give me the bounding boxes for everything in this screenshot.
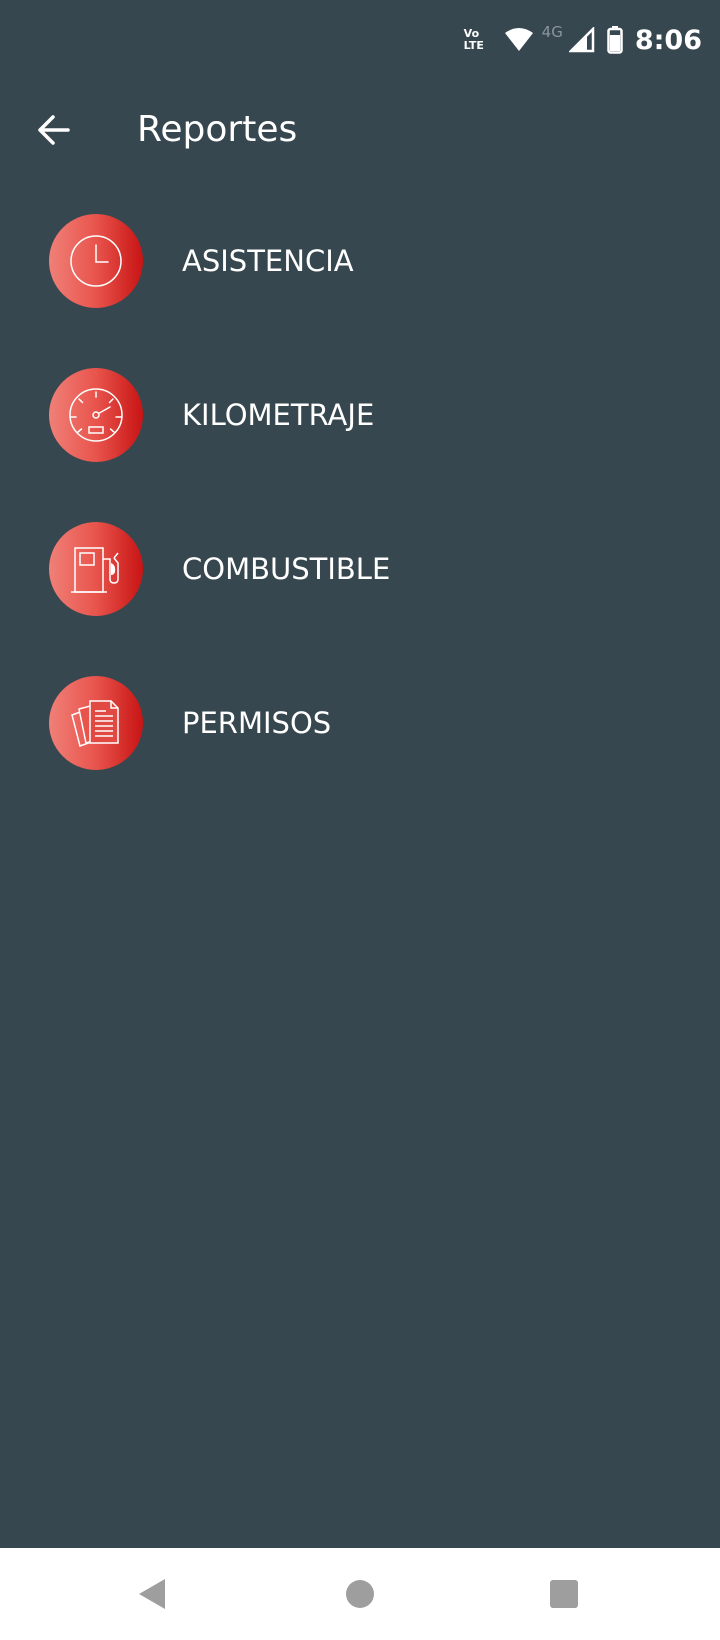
reportes-screen: Vo LTE 4G 8:06 Reportes ASISTENCIA KILOM… <box>0 0 720 1640</box>
network-type-label: 4G <box>541 23 563 41</box>
wifi-icon <box>504 28 533 51</box>
recents-square-icon <box>550 1580 578 1608</box>
signal-icon <box>568 27 595 53</box>
menu-icon-circle <box>49 522 143 616</box>
menu-item-label: PERMISOS <box>182 706 332 740</box>
nav-home-button[interactable] <box>336 1570 384 1618</box>
menu-item-permisos[interactable]: PERMISOS <box>0 676 720 770</box>
documents-icon <box>71 700 119 747</box>
menu-icon-circle <box>49 368 143 462</box>
report-menu-list: ASISTENCIA KILOMETRAJE COMBUSTIBLE PERMI… <box>0 214 720 830</box>
volte-icon: Vo LTE <box>464 28 492 52</box>
menu-item-label: COMBUSTIBLE <box>182 552 391 586</box>
nav-back-button[interactable] <box>128 1570 176 1618</box>
volte-bottom-text: LTE <box>463 39 484 52</box>
nav-recents-button[interactable] <box>540 1570 588 1618</box>
status-bar: Vo LTE 4G 8:06 <box>0 0 720 80</box>
page-title: Reportes <box>137 109 298 150</box>
back-button[interactable] <box>30 106 78 154</box>
menu-item-label: ASISTENCIA <box>182 244 354 278</box>
fuel-pump-icon <box>71 547 119 593</box>
app-bar: Reportes <box>0 80 720 184</box>
arrow-left-icon <box>38 115 70 145</box>
menu-icon-circle <box>49 214 143 308</box>
status-time: 8:06 <box>634 24 702 56</box>
back-triangle-icon <box>139 1579 165 1609</box>
menu-item-label: KILOMETRAJE <box>182 398 375 432</box>
speedometer-icon <box>69 388 123 442</box>
clock-icon <box>70 235 122 287</box>
menu-item-kilometraje[interactable]: KILOMETRAJE <box>0 368 720 462</box>
status-icons: Vo LTE 4G 8:06 <box>452 20 702 60</box>
menu-icon-circle <box>49 676 143 770</box>
menu-item-asistencia[interactable]: ASISTENCIA <box>0 214 720 308</box>
home-circle-icon <box>346 1580 374 1608</box>
battery-icon <box>607 26 623 54</box>
system-nav-bar <box>0 1548 720 1640</box>
menu-item-combustible[interactable]: COMBUSTIBLE <box>0 522 720 616</box>
